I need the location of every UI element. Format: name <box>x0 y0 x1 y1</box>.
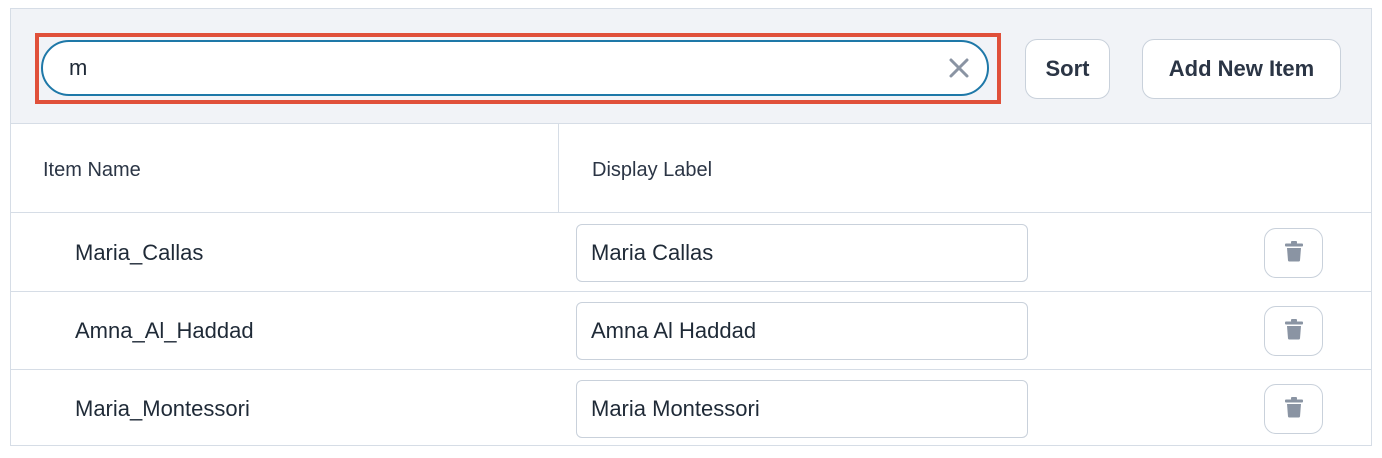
item-name: Amna_Al_Haddad <box>75 318 254 343</box>
trash-icon <box>1284 240 1304 267</box>
toolbar: Sort Add New Item <box>11 9 1371 124</box>
item-name: Maria_Montessori <box>75 396 250 421</box>
item-list-panel: Sort Add New Item Item Name Display Labe… <box>10 8 1372 446</box>
trash-icon <box>1284 396 1304 423</box>
display-label-input[interactable] <box>576 302 1028 360</box>
close-icon[interactable] <box>947 56 971 80</box>
table-row: Amna_Al_Haddad <box>11 292 1371 370</box>
sort-button[interactable]: Sort <box>1025 39 1110 99</box>
search-field[interactable] <box>41 40 989 96</box>
column-header-item-name: Item Name <box>43 159 141 181</box>
display-label-input[interactable] <box>576 224 1028 282</box>
item-name: Maria_Callas <box>75 240 204 265</box>
display-label-input[interactable] <box>576 380 1028 438</box>
search-input[interactable] <box>67 52 927 84</box>
trash-icon <box>1284 318 1304 345</box>
table-header: Item Name Display Label <box>11 124 1371 213</box>
table-row: Maria_Callas <box>11 214 1371 292</box>
delete-button[interactable] <box>1264 306 1323 356</box>
delete-button[interactable] <box>1264 384 1323 434</box>
table-row: Maria_Montessori <box>11 370 1371 448</box>
add-new-item-button[interactable]: Add New Item <box>1142 39 1341 99</box>
column-divider[interactable] <box>558 124 559 213</box>
delete-button[interactable] <box>1264 228 1323 278</box>
column-header-display-label: Display Label <box>592 159 713 181</box>
